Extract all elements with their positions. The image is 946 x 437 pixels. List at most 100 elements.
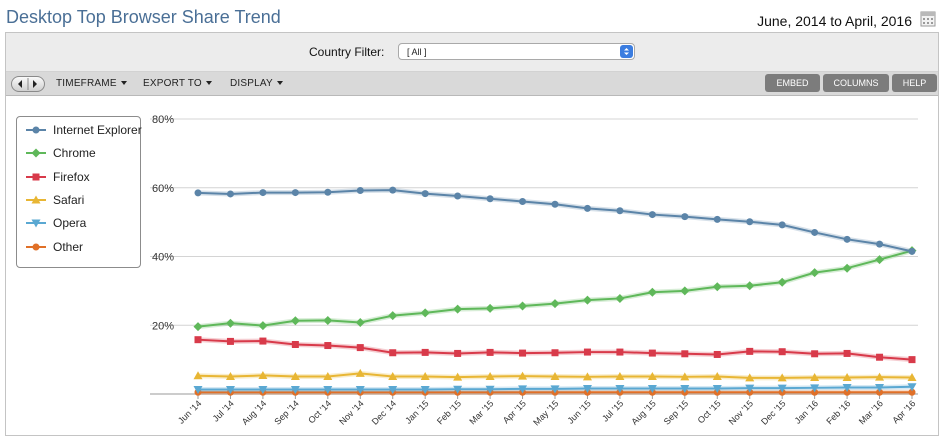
legend-marker-icon bbox=[26, 148, 46, 158]
x-tick-label: Apr '16 bbox=[890, 398, 917, 425]
point-chrome bbox=[712, 282, 722, 292]
point-firefox bbox=[454, 349, 462, 357]
point-internet-explorer bbox=[681, 213, 689, 221]
point-firefox bbox=[843, 349, 851, 357]
point-firefox bbox=[876, 353, 884, 361]
point-internet-explorer bbox=[454, 192, 462, 200]
x-tick-label: Nov '14 bbox=[337, 398, 365, 426]
point-chrome bbox=[550, 299, 560, 309]
point-chrome bbox=[290, 316, 300, 326]
point-firefox bbox=[259, 337, 267, 345]
line-chart: 80% 60% 40% 20% Jun '14 Jul '14 Aug '14 Sep '14… bbox=[150, 114, 918, 428]
x-tick-label: Jan '15 bbox=[403, 398, 430, 425]
x-tick-label: Jul '14 bbox=[211, 398, 236, 423]
x-tick-label: Apr '15 bbox=[501, 398, 528, 425]
legend-label: Other bbox=[53, 239, 84, 254]
x-tick-label: Mar '16 bbox=[857, 398, 885, 426]
legend-label: Internet Explorer bbox=[53, 123, 142, 137]
point-firefox bbox=[908, 356, 916, 364]
legend-marker-icon bbox=[26, 243, 46, 250]
point-internet-explorer bbox=[291, 189, 299, 197]
point-firefox bbox=[811, 350, 819, 358]
point-firefox bbox=[583, 348, 591, 356]
point-internet-explorer bbox=[194, 189, 202, 197]
point-firefox bbox=[389, 349, 397, 357]
legend-label: Chrome bbox=[53, 146, 96, 161]
point-internet-explorer bbox=[356, 187, 364, 194]
point-chrome bbox=[420, 308, 430, 318]
point-internet-explorer bbox=[616, 207, 624, 215]
point-internet-explorer bbox=[519, 198, 527, 205]
point-firefox bbox=[194, 336, 202, 344]
point-chrome bbox=[485, 303, 495, 313]
point-chrome bbox=[745, 281, 755, 291]
chart-legend: Internet Explorer Chrome Firefox Safari Oper… bbox=[16, 116, 142, 268]
point-internet-explorer bbox=[908, 247, 916, 255]
point-internet-explorer bbox=[713, 215, 721, 223]
legend-marker-icon bbox=[26, 219, 46, 228]
x-tick-label: Mar '15 bbox=[467, 398, 495, 426]
point-internet-explorer bbox=[811, 228, 819, 236]
point-firefox bbox=[648, 349, 656, 357]
point-firefox bbox=[681, 350, 689, 358]
point-internet-explorer bbox=[259, 189, 267, 197]
point-chrome bbox=[258, 321, 268, 331]
x-tick-label: Jun '14 bbox=[176, 398, 203, 425]
point-internet-explorer bbox=[876, 240, 884, 248]
point-firefox bbox=[291, 341, 299, 348]
x-tick-label: Feb '15 bbox=[435, 398, 463, 426]
legend-label: Safari bbox=[53, 192, 85, 207]
point-internet-explorer bbox=[421, 190, 429, 198]
point-internet-explorer bbox=[778, 221, 786, 229]
point-chrome bbox=[323, 315, 333, 325]
point-firefox bbox=[551, 349, 559, 357]
point-chrome bbox=[582, 295, 592, 305]
point-chrome bbox=[453, 304, 463, 314]
series-glow-internet-explorer bbox=[197, 187, 913, 254]
x-tick-label: Oct '14 bbox=[306, 398, 333, 425]
x-tick-label: Oct '15 bbox=[696, 398, 723, 425]
series-line-internet-explorer bbox=[197, 189, 913, 253]
point-chrome bbox=[680, 286, 690, 296]
point-internet-explorer bbox=[843, 235, 851, 243]
x-tick-label: Jul '15 bbox=[600, 398, 625, 423]
point-internet-explorer bbox=[648, 211, 656, 219]
x-tick-label: Nov '15 bbox=[727, 398, 755, 426]
point-internet-explorer bbox=[583, 204, 591, 212]
point-internet-explorer bbox=[551, 200, 559, 208]
x-tick-label: May '15 bbox=[531, 398, 560, 427]
point-firefox bbox=[226, 337, 234, 345]
point-firefox bbox=[324, 342, 332, 350]
x-tick-label: Aug '15 bbox=[629, 398, 657, 426]
x-tick-label: Sep '14 bbox=[272, 398, 300, 426]
point-internet-explorer bbox=[389, 186, 397, 194]
y-tick-label: 40% bbox=[152, 252, 174, 264]
x-tick-label: Dec '14 bbox=[370, 398, 398, 426]
point-firefox bbox=[421, 348, 429, 356]
y-tick-label: 60% bbox=[152, 183, 174, 195]
x-tick-label: Sep '15 bbox=[662, 398, 690, 426]
point-chrome bbox=[647, 287, 657, 297]
x-tick-label: Jan '16 bbox=[793, 398, 820, 425]
x-tick-label: Jun '15 bbox=[565, 398, 592, 425]
point-chrome bbox=[615, 293, 625, 303]
point-chrome bbox=[193, 322, 203, 332]
y-tick-label: 80% bbox=[152, 114, 174, 126]
x-tick-label: Feb '16 bbox=[824, 398, 852, 426]
legend-label: Firefox bbox=[53, 169, 90, 184]
x-tick-label: Aug '14 bbox=[240, 398, 268, 426]
point-firefox bbox=[616, 348, 624, 356]
legend-label: Opera bbox=[53, 216, 87, 231]
point-firefox bbox=[486, 348, 494, 356]
point-firefox bbox=[713, 350, 721, 358]
point-internet-explorer bbox=[746, 218, 754, 226]
legend-marker-icon bbox=[26, 126, 46, 134]
legend-marker-icon bbox=[26, 173, 46, 181]
point-firefox bbox=[356, 344, 364, 352]
point-internet-explorer bbox=[324, 188, 332, 196]
point-chrome bbox=[518, 301, 528, 311]
legend-marker-icon bbox=[26, 195, 46, 204]
point-internet-explorer bbox=[486, 195, 494, 203]
x-tick-label: Dec '15 bbox=[759, 398, 787, 426]
series-glow-chrome bbox=[197, 248, 913, 330]
